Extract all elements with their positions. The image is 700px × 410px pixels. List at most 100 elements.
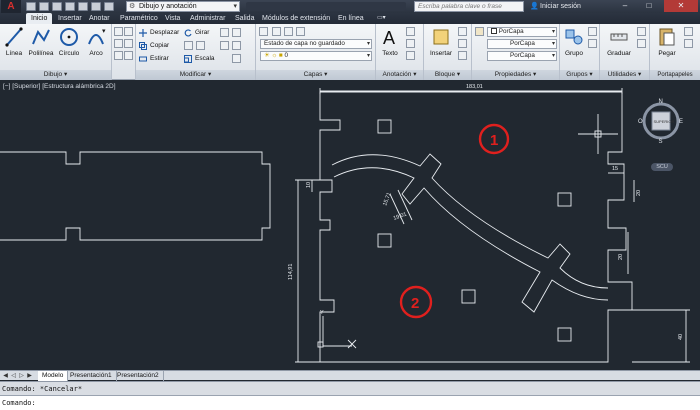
create-block-icon[interactable]: [458, 27, 467, 36]
save-as-icon[interactable]: [65, 2, 75, 11]
fillet-icon[interactable]: [196, 41, 205, 50]
tab-modelo[interactable]: Modelo: [38, 371, 69, 381]
copy-clip-icon[interactable]: [684, 39, 693, 48]
insertar-button[interactable]: Insertar: [426, 26, 456, 68]
linetype-select[interactable]: PorCapa ▾: [487, 39, 557, 49]
copiar-button[interactable]: Copiar: [139, 40, 169, 51]
graduar-button[interactable]: Graduar: [604, 26, 634, 68]
edit-block-icon[interactable]: [458, 39, 467, 48]
group-icon: [565, 29, 583, 45]
tab-inicio[interactable]: Inicio: [26, 13, 53, 24]
panel-title-bloque[interactable]: Bloque ▾: [424, 70, 471, 80]
lineweight-select[interactable]: PorCapa ▾: [487, 51, 557, 61]
region-icon[interactable]: [114, 51, 123, 60]
undo-icon[interactable]: [91, 2, 101, 11]
desplazar-button[interactable]: Desplazar: [139, 27, 179, 38]
point-icon[interactable]: [124, 51, 133, 60]
ungroup-icon[interactable]: [588, 27, 597, 36]
texto-button[interactable]: A Texto: [377, 26, 403, 68]
command-input[interactable]: Comando:: [0, 395, 700, 410]
panel-title-grupos[interactable]: Grupos ▾: [560, 70, 599, 80]
grupo-button[interactable]: Grupo: [562, 26, 586, 68]
panel-title-dibujo[interactable]: Dibujo ▾: [0, 70, 111, 80]
tab-parametrico[interactable]: Paramétrico: [115, 13, 163, 24]
spline-icon[interactable]: [124, 39, 133, 48]
layer-freeze-icon[interactable]: [296, 27, 305, 36]
maximize-icon[interactable]: □: [640, 0, 658, 12]
panel-utilidades: Graduar Utilidades ▾: [600, 24, 650, 80]
model-space-canvas[interactable]: [−] [Superior] [Estructura alámbrica 2D]: [0, 80, 700, 370]
panel-title-modificar[interactable]: Modificar ▾: [136, 70, 255, 80]
save-icon[interactable]: [52, 2, 62, 11]
leader-icon[interactable]: [406, 39, 415, 48]
tab-vista[interactable]: Vista: [160, 13, 185, 24]
panel-title-anotacion[interactable]: Anotación ▾: [376, 70, 423, 80]
last-tab-icon[interactable]: ▶: [26, 372, 33, 380]
search-input[interactable]: Escriba palabra clave o frase: [414, 1, 524, 12]
tab-modulos[interactable]: Módulos de extensión: [257, 13, 335, 24]
hatch-icon[interactable]: [124, 27, 133, 36]
pegar-button[interactable]: Pegar: [654, 26, 680, 68]
escala-label: Escala: [195, 55, 215, 62]
estirar-button[interactable]: Estirar: [139, 53, 169, 64]
svg-text:A: A: [383, 28, 395, 48]
viewcube[interactable]: SUPERIOR N S E O: [638, 98, 684, 144]
layer-state-select[interactable]: Estado de capa no guardado ▾: [260, 39, 372, 49]
linea-button[interactable]: Línea: [1, 26, 27, 68]
first-tab-icon[interactable]: ◀: [2, 372, 9, 380]
calculator-icon[interactable]: [637, 39, 646, 48]
chevron-down-icon[interactable]: ▾: [102, 27, 111, 36]
panel-title-capas[interactable]: Capas ▾: [256, 70, 375, 80]
escala-button[interactable]: Escala: [184, 53, 215, 64]
print-icon[interactable]: [78, 2, 88, 11]
signin-button[interactable]: 👤 Iniciar sesión: [530, 1, 581, 12]
layer-select[interactable]: ☀ ☼ ■ 0 ▾: [260, 51, 372, 61]
close-icon[interactable]: ✕: [664, 0, 698, 12]
panel-title-portapapeles[interactable]: Portapapeles: [650, 70, 700, 80]
app-menu-logo[interactable]: A: [1, 0, 21, 13]
tab-presentacion1[interactable]: Presentación1: [66, 371, 117, 381]
ucs-y-label: Y: [320, 310, 324, 316]
open-icon[interactable]: [39, 2, 49, 11]
tab-presentacion2[interactable]: Presentación2: [113, 371, 164, 381]
redo-icon[interactable]: [104, 2, 114, 11]
copiar-label: Copiar: [150, 42, 170, 49]
group-edit-icon[interactable]: [588, 39, 597, 48]
new-icon[interactable]: [26, 2, 36, 11]
table-icon[interactable]: [406, 51, 415, 60]
prev-tab-icon[interactable]: ◁: [10, 372, 17, 380]
offset-icon[interactable]: [232, 41, 241, 50]
circulo-button[interactable]: Círculo: [56, 26, 82, 68]
ellipse-icon[interactable]: [114, 39, 123, 48]
next-tab-icon[interactable]: ▷: [18, 372, 25, 380]
cut-icon[interactable]: [684, 27, 693, 36]
layer-isolate-icon[interactable]: [284, 27, 293, 36]
tab-salida[interactable]: Salida: [230, 13, 259, 24]
match-properties-icon[interactable]: [475, 27, 484, 36]
panel-title-propiedades[interactable]: Propiedades ▾: [472, 70, 559, 80]
dimension-icon[interactable]: [406, 27, 415, 36]
layer-off-icon[interactable]: [272, 27, 281, 36]
workspace-select[interactable]: ⚙ Dibujo y anotación ▾: [126, 1, 240, 12]
erase-icon[interactable]: [232, 28, 241, 37]
color-select[interactable]: PorCapa ▾: [487, 27, 557, 37]
rectangle-icon[interactable]: [114, 27, 123, 36]
trim-icon[interactable]: [220, 28, 229, 37]
tab-en-linea[interactable]: En línea: [333, 13, 369, 24]
array-icon[interactable]: [232, 54, 241, 63]
polilinea-button[interactable]: Polilínea: [26, 26, 56, 68]
chevron-down-icon: ▾: [366, 53, 370, 59]
tab-insertar[interactable]: Insertar: [53, 13, 87, 24]
attribute-icon[interactable]: [458, 51, 467, 60]
minimize-icon[interactable]: –: [616, 0, 634, 12]
explode-icon[interactable]: [220, 41, 229, 50]
wcs-menu-button[interactable]: SCU: [651, 163, 673, 171]
panel-title-utilidades[interactable]: Utilidades ▾: [600, 70, 649, 80]
layer-properties-icon[interactable]: [259, 27, 268, 36]
quick-select-icon[interactable]: [637, 27, 646, 36]
girar-button[interactable]: Girar: [184, 27, 209, 38]
tab-anotar[interactable]: Anotar: [84, 13, 115, 24]
panel-toggle-icon[interactable]: ▭▾: [372, 13, 391, 24]
mirror-icon[interactable]: [184, 41, 193, 50]
tab-administrar[interactable]: Administrar: [185, 13, 230, 24]
